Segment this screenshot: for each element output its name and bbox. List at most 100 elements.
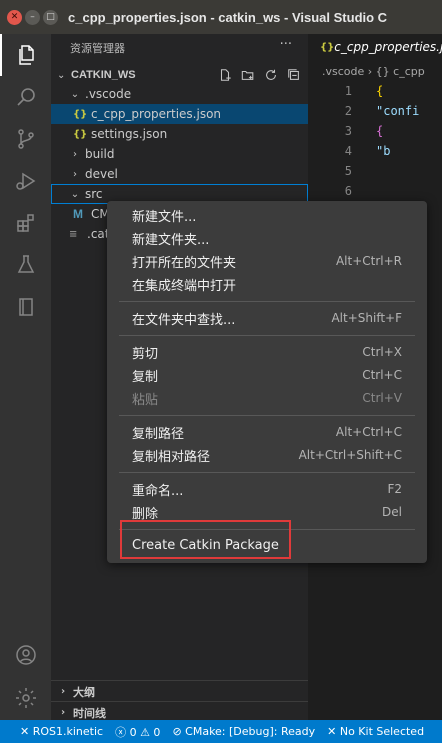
menu-item-shortcut: F2 (387, 482, 402, 496)
chevron-down-icon: ⌄ (70, 88, 80, 100)
line-number: 3 (344, 124, 352, 138)
code-line[interactable]: 3 { (308, 124, 442, 143)
chevron-down-icon: ⌄ (57, 69, 66, 81)
explorer-activity[interactable] (0, 34, 51, 76)
problems-status[interactable]: ⓧ 0 ⚠ 0 (115, 724, 160, 740)
activity-bar (0, 34, 51, 720)
minimize-window-button[interactable]: – (25, 9, 40, 25)
json-file-icon: {} (73, 128, 88, 140)
chevron-right-icon: › (73, 148, 77, 160)
collapse-all-button[interactable] (286, 67, 302, 83)
context-menu: 新建文件... 新建文件夹... 打开所在的文件夹 Alt+Ctrl+R 在集成… (107, 201, 427, 563)
tree-item-label: devel (85, 167, 118, 181)
accounts-activity[interactable] (0, 634, 51, 676)
close-window-button[interactable]: ✕ (7, 9, 22, 25)
code-line[interactable]: 4 "b (308, 144, 442, 163)
ros-status[interactable]: ✕ ROS1.kinetic (20, 725, 103, 738)
menu-item-new-folder[interactable]: 新建文件夹... (107, 227, 427, 249)
run-debug-icon (15, 172, 35, 190)
menu-separator (119, 472, 415, 473)
breadcrumb[interactable]: .vscode › {} c_cpp (322, 65, 425, 78)
section-label: 时间线 (73, 706, 106, 720)
files-icon (18, 45, 34, 65)
search-activity[interactable] (0, 76, 51, 118)
search-icon (16, 88, 35, 106)
code-token: "b (376, 144, 391, 158)
code-line[interactable]: 2 "confi (308, 104, 442, 123)
json-file-icon: {} (73, 108, 88, 120)
workspace-header[interactable]: ⌄ CATKIN_WS (51, 64, 308, 86)
tree-item-vscode-folder[interactable]: ⌄ .vscode (51, 84, 308, 104)
menu-item-copy-path[interactable]: 复制路径 Alt+Ctrl+C (107, 421, 427, 443)
manage-activity[interactable] (0, 677, 51, 719)
more-actions-button[interactable]: ··· (280, 37, 292, 52)
line-number: 4 (344, 144, 352, 158)
code-line[interactable]: 1{ (308, 84, 442, 103)
menu-item-rename[interactable]: 重命名... F2 (107, 478, 427, 500)
new-file-button[interactable] (217, 67, 233, 83)
run-debug-activity[interactable] (0, 160, 51, 202)
code-text: "b (376, 144, 390, 158)
maximize-window-button[interactable]: □ (43, 9, 58, 25)
menu-item-open-in-terminal[interactable]: 在集成终端中打开 (107, 273, 427, 295)
menu-item-paste: 粘贴 Ctrl+V (107, 387, 427, 409)
tree-item-build-folder[interactable]: › build (51, 144, 308, 164)
code-text: { (376, 124, 383, 138)
tree-item-devel-folder[interactable]: › devel (51, 164, 308, 184)
menu-item-shortcut: Alt+Ctrl+R (335, 254, 402, 268)
json-file-icon: {} (320, 41, 335, 53)
menu-item-shortcut: Alt+Ctrl+Shift+C (298, 448, 402, 462)
menu-item-shortcut: Alt+Ctrl+C (335, 425, 402, 439)
code-token: { (376, 124, 384, 138)
menu-item-reveal-in-folder[interactable]: 打开所在的文件夹 Alt+Ctrl+R (107, 250, 427, 272)
code-text: { (376, 84, 383, 98)
menu-item-shortcut: Alt+Shift+F (331, 311, 402, 325)
menu-item-label: 粘贴 (132, 392, 159, 408)
notebook-activity[interactable] (0, 286, 51, 328)
text-file-icon: ≡ (69, 228, 78, 240)
menu-item-copy[interactable]: 复制 Ctrl+C (107, 364, 427, 386)
tree-item-c-cpp-properties[interactable]: {} c_cpp_properties.json (51, 104, 308, 124)
menu-item-find-in-folder[interactable]: 在文件夹中查找... Alt+Shift+F (107, 307, 427, 329)
menu-item-shortcut: Ctrl+V (362, 391, 402, 405)
chevron-right-icon: › (60, 686, 66, 697)
menu-item-label: 在文件夹中查找... (132, 312, 236, 328)
menu-item-label: 复制相对路径 (132, 449, 211, 465)
menu-item-label: 删除 (132, 506, 159, 522)
refresh-explorer-button[interactable] (263, 67, 279, 83)
tree-item-label: build (85, 147, 115, 161)
account-icon (15, 645, 36, 665)
menu-item-copy-relative-path[interactable]: 复制相对路径 Alt+Ctrl+Shift+C (107, 444, 427, 466)
outline-section[interactable]: › 大纲 (51, 680, 308, 702)
testing-activity[interactable] (0, 244, 51, 286)
collapse-all-icon (288, 69, 299, 80)
menu-item-label: 新建文件夹... (132, 232, 210, 248)
window-controls: ✕ – □ (0, 9, 58, 25)
source-control-activity[interactable] (0, 118, 51, 160)
new-folder-button[interactable] (240, 67, 256, 83)
menu-item-label: 打开所在的文件夹 (132, 255, 237, 271)
line-number: 2 (344, 104, 352, 118)
menu-item-cut[interactable]: 剪切 Ctrl+X (107, 341, 427, 363)
menu-separator (119, 301, 415, 302)
menu-item-label: 剪切 (132, 346, 159, 362)
menu-item-label: 复制 (132, 369, 159, 385)
menu-item-label: 新建文件... (132, 209, 197, 225)
tree-item-settings-json[interactable]: {} settings.json (51, 124, 308, 144)
settings-gear-icon (15, 688, 36, 708)
tree-item-label: settings.json (91, 127, 168, 141)
extensions-activity[interactable] (0, 202, 51, 244)
menu-item-new-file[interactable]: 新建文件... (107, 204, 427, 226)
tab-label: c_cpp_properties.json (334, 40, 442, 54)
title-bar: ✕ – □ c_cpp_properties.json - catkin_ws … (0, 0, 442, 34)
code-token: "confi (376, 104, 420, 118)
editor-tab[interactable]: {} c_cpp_properties.json (308, 34, 442, 60)
cmake-status[interactable]: ⊘ CMake: [Debug]: Ready (172, 725, 315, 738)
menu-item-shortcut: Ctrl+X (362, 345, 402, 359)
code-line[interactable]: 5 (308, 164, 442, 183)
kit-status[interactable]: ✕ No Kit Selected (327, 725, 424, 738)
menu-separator (119, 415, 415, 416)
menu-item-label: 复制路径 (132, 426, 185, 442)
menu-item-label: 在集成终端中打开 (132, 278, 237, 294)
line-number: 1 (344, 84, 352, 98)
